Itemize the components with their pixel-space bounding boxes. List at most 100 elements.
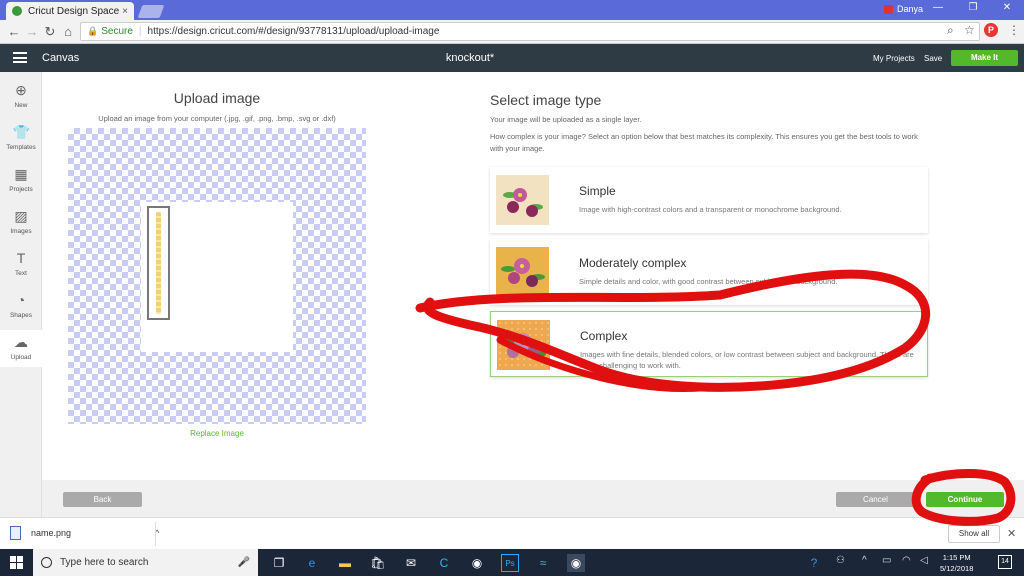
continue-button[interactable]: Continue — [926, 492, 1004, 507]
store-icon[interactable]: 🛍 — [369, 554, 387, 572]
projects-icon: ▦ — [14, 166, 28, 182]
tray-chevron-icon[interactable]: ^ — [862, 555, 867, 566]
search-placeholder: Type here to search — [60, 557, 149, 568]
sidebar-item-label: Shapes — [9, 312, 33, 319]
option-name: Complex — [580, 329, 628, 343]
microphone-icon[interactable]: 🎤 — [238, 557, 250, 568]
complexity-instructions: How complex is your image? Select an opt… — [490, 132, 918, 153]
sidebar-item-label: Projects — [9, 186, 33, 193]
sidebar-item-label: Upload — [10, 354, 32, 361]
taskbar-search[interactable]: Type here to search 🎤 — [33, 549, 258, 576]
lock-icon: 🔒 — [87, 26, 99, 36]
sidebar-item-new[interactable]: ⊕ New — [0, 82, 42, 109]
sidebar-item-templates[interactable]: 👕 Templates — [0, 124, 42, 151]
minimize-button[interactable]: — — [921, 2, 955, 13]
option-description: Images with fine details, blended colors… — [580, 350, 914, 370]
sidebar-item-shapes[interactable]: ◔ Shapes — [0, 292, 42, 319]
app-wave-icon[interactable]: ≈ — [534, 554, 552, 572]
my-projects-link[interactable]: My Projects — [873, 54, 915, 63]
browser-tab[interactable]: Cricut Design Space × — [6, 2, 134, 20]
shapes-icon: ◔ — [16, 292, 26, 308]
sidebar-item-label: New — [14, 102, 28, 109]
close-shelf-icon[interactable]: ✕ — [1007, 527, 1016, 540]
clock-date: 5/12/2018 — [940, 564, 974, 573]
image-icon: ▨ — [14, 208, 28, 224]
cortana-circle-icon — [41, 557, 52, 568]
reload-icon[interactable]: ↻ — [42, 24, 58, 40]
shirt-icon: 👕 — [12, 124, 30, 140]
profile-chip[interactable]: Danya — [884, 4, 923, 14]
download-shelf: name.png ^ Show all ✕ — [0, 517, 1024, 549]
tab-close-icon[interactable]: × — [122, 6, 128, 17]
wifi-icon[interactable]: ◠ — [902, 555, 911, 566]
chrome-icon[interactable]: ◉ — [468, 554, 486, 572]
save-link[interactable]: Save — [924, 54, 942, 63]
home-icon[interactable]: ⌂ — [60, 24, 76, 39]
notification-center-icon[interactable]: 14 — [998, 555, 1012, 569]
upload-cloud-icon: ☁ — [14, 334, 28, 350]
back-arrow-icon[interactable]: ← — [6, 24, 22, 39]
profile-badge-icon — [884, 4, 893, 14]
browser-toolbar: ← → ↻ ⌂ 🔒 Secure | https://design.cricut… — [0, 20, 1024, 44]
sidebar-item-text[interactable]: T Text — [0, 250, 42, 277]
option-name: Moderately complex — [579, 256, 687, 270]
mail-icon[interactable]: ✉ — [402, 554, 420, 572]
option-description: Image with high-contrast colors and a tr… — [579, 205, 842, 214]
battery-icon[interactable]: ▭ — [882, 555, 891, 566]
volume-icon[interactable]: ◁ — [920, 555, 928, 566]
back-button[interactable]: Back — [63, 492, 142, 507]
uploaded-image-thumbnail — [147, 206, 170, 320]
upload-image-subtitle: Upload an image from your computer (.jpg… — [98, 114, 336, 123]
shelf-divider — [155, 522, 156, 546]
search-icon[interactable]: ⌕ — [947, 23, 954, 38]
show-all-button[interactable]: Show all — [948, 525, 1000, 543]
pinterest-extension-icon[interactable]: P — [984, 23, 998, 37]
download-item[interactable]: name.png ^ — [10, 526, 159, 540]
close-window-button[interactable]: ✕ — [990, 2, 1024, 13]
left-sidebar: ⊕ New 👕 Templates ▦ Projects ▨ Images T … — [0, 72, 42, 517]
address-bar[interactable]: 🔒 Secure | https://design.cricut.com/#/d… — [80, 22, 980, 41]
help-icon[interactable]: ? — [805, 554, 823, 572]
flower-thumbnail-simple — [496, 175, 549, 225]
file-explorer-icon[interactable]: ▬ — [336, 554, 354, 572]
select-image-type-title: Select image type — [490, 92, 602, 108]
photoshop-icon[interactable]: Ps — [501, 554, 519, 572]
windows-start-icon[interactable] — [10, 556, 23, 569]
sidebar-item-images[interactable]: ▨ Images — [0, 208, 42, 235]
profile-name: Danya — [897, 4, 924, 14]
new-tab-button[interactable] — [137, 5, 165, 18]
maximize-button[interactable]: ❐ — [956, 2, 990, 13]
edge-browser-icon[interactable]: e — [303, 554, 321, 572]
system-clock[interactable]: 1:15 PM 5/12/2018 — [940, 552, 973, 574]
url-text[interactable]: https://design.cricut.com/#/design/93778… — [148, 26, 440, 37]
plus-icon: ⊕ — [15, 82, 27, 98]
flower-thumbnail-complex — [497, 320, 550, 370]
file-icon — [10, 526, 21, 540]
app-c-icon[interactable]: C — [435, 554, 453, 572]
chrome-active-icon[interactable]: ◉ — [567, 554, 585, 572]
task-view-icon[interactable]: ❐ — [270, 554, 288, 572]
project-name: knockout* — [445, 52, 495, 64]
option-complex[interactable]: Complex Images with fine details, blende… — [490, 311, 928, 377]
sidebar-item-label: Images — [10, 228, 32, 235]
secure-label: Secure — [101, 26, 133, 37]
option-name: Simple — [579, 184, 616, 198]
browser-menu-icon[interactable]: ⋮ — [1008, 23, 1020, 37]
option-description: Simple details and color, with good cont… — [579, 277, 838, 286]
tab-title: Cricut Design Space — [28, 5, 120, 17]
bookmark-star-icon[interactable]: ☆ — [964, 23, 975, 37]
option-simple[interactable]: Simple Image with high-contrast colors a… — [490, 167, 928, 233]
make-it-button[interactable]: Make It — [951, 50, 1018, 66]
text-icon: T — [16, 250, 26, 266]
download-filename: name.png — [31, 528, 72, 538]
option-moderately-complex[interactable]: Moderately complex Simple details and co… — [490, 239, 928, 305]
sidebar-item-upload[interactable]: ☁ Upload — [0, 330, 42, 367]
single-layer-note: Your image will be uploaded as a single … — [490, 115, 642, 124]
cancel-button[interactable]: Cancel — [836, 492, 915, 507]
replace-image-link[interactable]: Replace Image — [68, 429, 366, 438]
clock-time: 1:15 PM — [942, 553, 971, 562]
sidebar-item-projects[interactable]: ▦ Projects — [0, 166, 42, 193]
cricut-favicon-icon — [12, 6, 22, 16]
forward-arrow-icon[interactable]: → — [24, 24, 40, 39]
people-icon[interactable]: ⚇ — [836, 555, 845, 566]
